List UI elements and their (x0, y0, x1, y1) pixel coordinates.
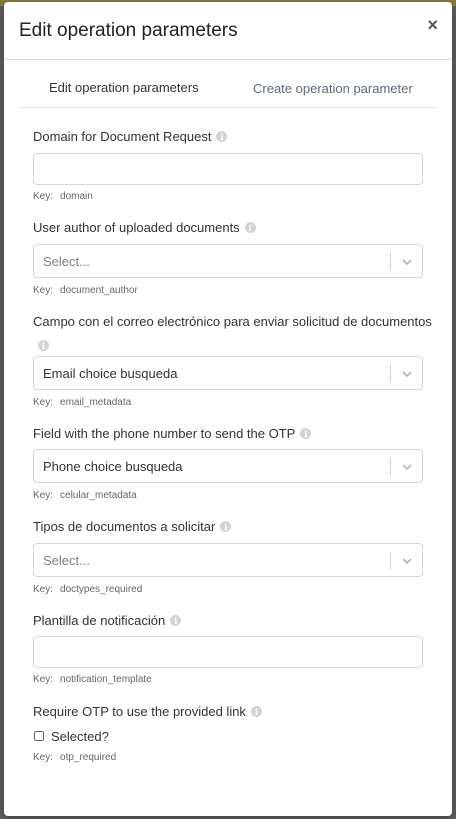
info-icon[interactable]: i (220, 521, 232, 532)
tab-edit-operation-parameters[interactable]: Edit operation parameters (49, 80, 199, 95)
close-icon[interactable]: × (427, 16, 438, 34)
info-icon[interactable]: i (170, 615, 182, 626)
otp-required-label: Require OTP to use the provided link i (33, 704, 262, 719)
info-icon[interactable]: i (300, 428, 312, 439)
email-metadata-key: Key: email_metadata (33, 397, 132, 408)
document-author-select[interactable]: Select... (33, 244, 423, 278)
chevron-down-icon[interactable] (401, 256, 413, 268)
chevron-down-icon[interactable] (401, 368, 413, 380)
notification-template-label: Plantilla de notificación i (33, 613, 182, 628)
select-separator (390, 365, 391, 382)
chevron-down-icon[interactable] (401, 555, 413, 567)
domain-label: Domain for Document Request i (33, 129, 228, 144)
doctypes-select[interactable]: Select... (33, 543, 423, 577)
select-separator (390, 458, 391, 475)
modal-header: Edit operation parameters × (4, 2, 452, 60)
info-icon[interactable]: i (250, 706, 262, 717)
domain-input[interactable] (33, 153, 423, 185)
phone-metadata-select[interactable]: Phone choice busqueda (33, 449, 423, 483)
doctypes-label: Tipos de documentos a solicitar i (33, 519, 232, 534)
tab-bar: Edit operation parameters Create operati… (18, 60, 438, 108)
doctypes-key: Key: doctypes_required (33, 584, 143, 595)
tab-create-operation-parameter[interactable]: Create operation parameter (253, 81, 413, 96)
select-separator (390, 253, 391, 270)
email-metadata-select[interactable]: Email choice busqueda (33, 356, 423, 390)
notification-template-key: Key: notification_template (33, 674, 152, 685)
document-author-label: User author of uploaded documents i (33, 220, 256, 235)
info-icon[interactable]: i (38, 340, 49, 351)
chevron-down-icon[interactable] (401, 461, 413, 473)
otp-required-checkbox[interactable] (34, 731, 44, 741)
otp-required-checkbox-label[interactable]: Selected? (51, 729, 109, 744)
info-icon[interactable]: i (216, 131, 228, 142)
otp-required-key: Key: otp_required (33, 752, 117, 763)
modal-title: Edit operation parameters (19, 20, 238, 41)
info-icon[interactable]: i (244, 222, 256, 233)
domain-key: Key: domain (33, 191, 93, 202)
select-separator (390, 552, 391, 569)
notification-template-input[interactable] (33, 636, 423, 668)
phone-metadata-label: Field with the phone number to send the … (33, 426, 312, 441)
email-metadata-label: Campo con el correo electrónico para env… (33, 314, 432, 329)
edit-parameters-modal: Edit operation parameters × Edit operati… (4, 2, 452, 816)
phone-metadata-key: Key: celular_metadata (33, 490, 137, 501)
document-author-key: Key: document_author (33, 285, 138, 296)
